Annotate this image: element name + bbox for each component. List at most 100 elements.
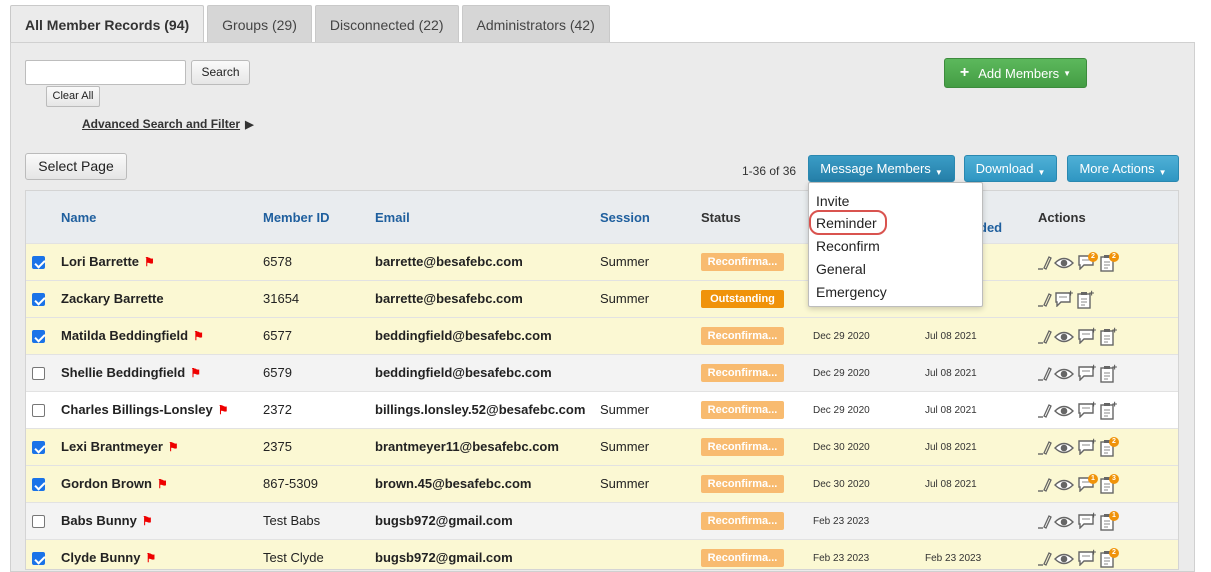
tab-administrators[interactable]: Administrators (42) xyxy=(461,5,610,43)
message-members-button[interactable]: Message Members ▼ xyxy=(808,155,955,182)
column-header-email[interactable]: Email xyxy=(375,210,410,225)
menu-item-emergency[interactable]: Emergency xyxy=(816,284,887,300)
member-id: 2372 xyxy=(263,402,292,417)
member-name[interactable]: Lexi Brantmeyer ⚑ xyxy=(61,439,179,454)
notes-clipboard-icon[interactable]: 1 xyxy=(1099,511,1119,536)
notes-clipboard-icon[interactable]: 2 xyxy=(1099,252,1119,277)
column-header-member-id[interactable]: Member ID xyxy=(263,210,329,225)
status-badge: Reconfirma... xyxy=(701,475,784,493)
view-eye-icon[interactable] xyxy=(1054,404,1074,423)
message-chat-icon[interactable]: + xyxy=(1077,547,1097,569)
table-row[interactable]: Clyde Bunny ⚑ Test Clyde bugsb972@gmail.com… xyxy=(26,539,1178,569)
row-checkbox[interactable] xyxy=(32,256,45,269)
download-button[interactable]: Download ▼ xyxy=(964,155,1057,182)
edit-pencil-icon[interactable] xyxy=(1037,328,1053,349)
message-chat-icon[interactable]: + xyxy=(1077,510,1096,534)
message-chat-icon[interactable]: + xyxy=(1054,288,1073,312)
message-chat-icon[interactable]: + xyxy=(1077,325,1097,349)
message-chat-icon[interactable]: + xyxy=(1077,436,1096,460)
member-name[interactable]: Clyde Bunny ⚑ xyxy=(61,550,156,565)
member-name[interactable]: Charles Billings-Lonsley ⚑ xyxy=(61,402,228,417)
search-input[interactable] xyxy=(25,60,186,85)
member-email: billings.lonsley.52@besafebc.com xyxy=(375,402,586,417)
menu-item-invite[interactable]: Invite xyxy=(816,193,849,209)
notes-clipboard-icon[interactable]: 2 xyxy=(1099,437,1119,462)
more-actions-button[interactable]: More Actions ▼ xyxy=(1067,155,1179,182)
member-name-text: Babs Bunny xyxy=(61,513,137,528)
view-eye-icon[interactable] xyxy=(1054,552,1074,569)
advanced-search-link[interactable]: Advanced Search and Filter ▶ xyxy=(82,117,254,131)
view-eye-icon[interactable] xyxy=(1054,367,1074,386)
message-chat-icon[interactable]: + xyxy=(1077,362,1096,386)
view-eye-icon[interactable] xyxy=(1054,441,1074,460)
table-row[interactable]: Zackary Barrette 31654 barrette@besafebc.c… xyxy=(26,280,1178,317)
view-eye-icon[interactable] xyxy=(1054,256,1074,275)
advanced-search-label: Advanced Search and Filter xyxy=(82,117,241,131)
row-checkbox[interactable] xyxy=(32,478,45,491)
column-header-name[interactable]: Name xyxy=(61,210,96,225)
table-row[interactable]: Gordon Brown ⚑ 867-5309 brown.45@besafebc.c… xyxy=(26,465,1178,502)
member-name[interactable]: Zackary Barrette xyxy=(61,291,164,306)
view-eye-icon[interactable] xyxy=(1054,515,1074,534)
row-checkbox[interactable] xyxy=(32,441,45,454)
search-button[interactable]: Search xyxy=(191,60,250,85)
member-email: bugsb972@gmail.com xyxy=(375,550,513,565)
view-eye-icon[interactable] xyxy=(1054,478,1074,497)
table-row[interactable]: Lexi Brantmeyer ⚑ 2375 brantmeyer11@besafeb… xyxy=(26,428,1178,465)
member-name[interactable]: Babs Bunny ⚑ xyxy=(61,513,153,528)
member-name[interactable]: Lori Barrette ⚑ xyxy=(61,254,155,269)
table-row[interactable]: Shellie Beddingfield ⚑ 6579 beddingfield@be… xyxy=(26,354,1178,391)
edit-pencil-icon[interactable] xyxy=(1037,365,1053,386)
column-header-session[interactable]: Session xyxy=(600,210,650,225)
notes-clipboard-icon[interactable]: + xyxy=(1076,288,1094,314)
member-session: Summer xyxy=(600,402,650,417)
table-row[interactable]: Charles Billings-Lonsley ⚑ 2372 billings.lo… xyxy=(26,391,1178,428)
date-invited: Dec 29 2020 xyxy=(813,405,870,416)
edit-pencil-icon[interactable] xyxy=(1037,513,1053,534)
menu-item-reconfirm[interactable]: Reconfirm xyxy=(816,238,880,254)
tab-all-member-records[interactable]: All Member Records (94) xyxy=(10,5,205,43)
member-name-text: Lexi Brantmeyer xyxy=(61,439,163,454)
row-checkbox[interactable] xyxy=(32,367,45,380)
edit-pencil-icon[interactable] xyxy=(1037,476,1053,497)
row-checkbox[interactable] xyxy=(32,404,45,417)
notes-clipboard-icon[interactable]: + xyxy=(1099,362,1117,388)
notes-clipboard-icon[interactable]: 2 xyxy=(1099,548,1119,569)
row-checkbox[interactable] xyxy=(32,552,45,565)
table-row[interactable]: Babs Bunny ⚑ Test Babs bugsb972@gmail.com Re… xyxy=(26,502,1178,539)
tab-disconnected[interactable]: Disconnected (22) xyxy=(314,5,459,43)
notes-clipboard-icon[interactable]: + xyxy=(1099,325,1117,351)
add-members-button[interactable]: + Add Members ▼ xyxy=(944,58,1087,88)
row-checkbox[interactable] xyxy=(32,330,45,343)
add-icon: + xyxy=(1091,325,1097,335)
select-page-button[interactable]: Select Page xyxy=(25,153,127,180)
table-row[interactable]: Matilda Beddingfield ⚑ 6577 beddingfield@be… xyxy=(26,317,1178,354)
message-chat-icon[interactable]: + xyxy=(1077,399,1096,423)
member-name-text: Shellie Beddingfield xyxy=(61,365,186,380)
member-name-text: Matilda Beddingfield xyxy=(61,328,189,343)
table-row[interactable]: Lori Barrette ⚑ 6578 barrette@besafebc.com S… xyxy=(26,243,1178,280)
member-name[interactable]: Shellie Beddingfield ⚑ xyxy=(61,365,201,380)
row-checkbox[interactable] xyxy=(32,515,45,528)
member-name[interactable]: Gordon Brown ⚑ xyxy=(61,476,168,491)
member-id: 867-5309 xyxy=(263,476,318,491)
edit-pencil-icon[interactable] xyxy=(1037,402,1053,423)
tab-groups[interactable]: Groups (29) xyxy=(207,5,312,43)
flag-icon: ⚑ xyxy=(190,366,202,380)
add-icon: + xyxy=(1091,547,1097,557)
message-chat-icon[interactable]: 1 xyxy=(1077,474,1098,497)
row-checkbox[interactable] xyxy=(32,293,45,306)
member-name[interactable]: Matilda Beddingfield ⚑ xyxy=(61,328,204,343)
caret-down-icon: ▼ xyxy=(934,168,943,177)
edit-pencil-icon[interactable] xyxy=(1037,254,1053,275)
message-chat-icon[interactable]: 2 xyxy=(1077,252,1098,275)
notes-clipboard-icon[interactable]: 3 xyxy=(1099,474,1119,499)
edit-pencil-icon[interactable] xyxy=(1037,550,1053,569)
view-eye-icon[interactable] xyxy=(1054,330,1074,349)
edit-pencil-icon[interactable] xyxy=(1037,439,1053,460)
menu-item-general[interactable]: General xyxy=(816,261,866,277)
edit-pencil-icon[interactable] xyxy=(1037,291,1053,312)
status-badge: Outstanding xyxy=(701,290,784,308)
notes-clipboard-icon[interactable]: + xyxy=(1099,399,1117,425)
clear-all-button[interactable]: Clear All xyxy=(46,86,100,107)
